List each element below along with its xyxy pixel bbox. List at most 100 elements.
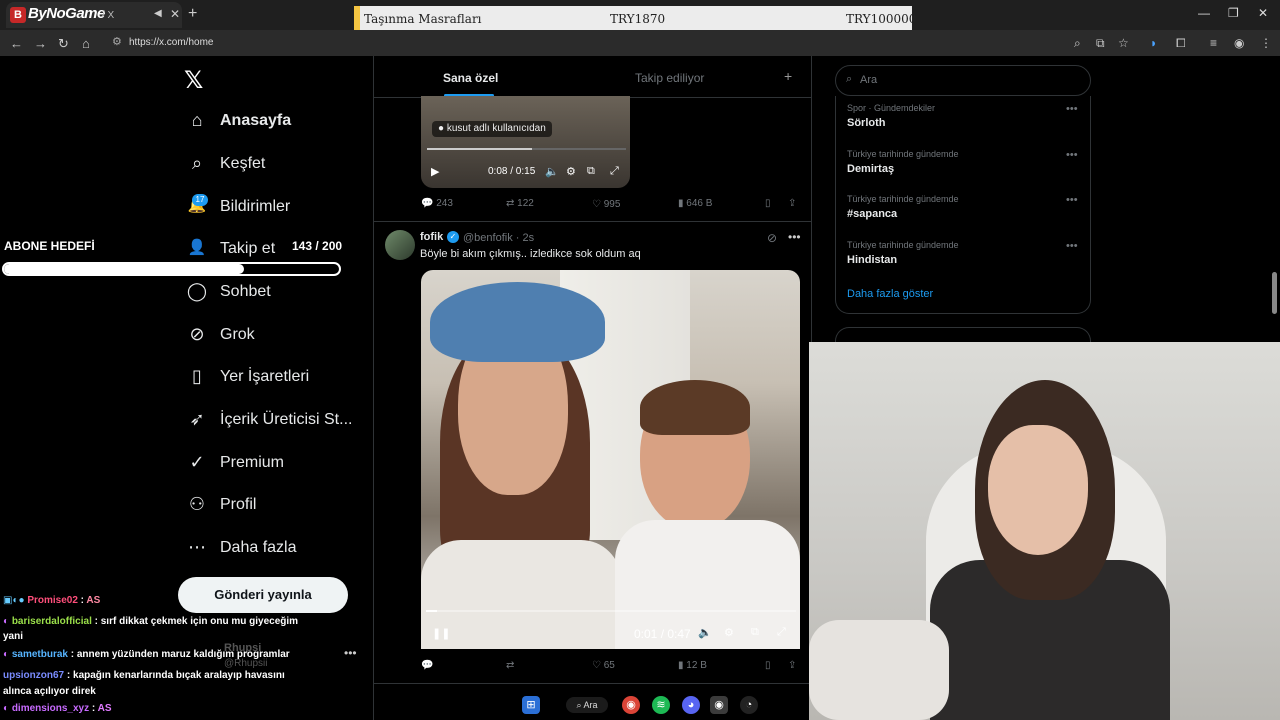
media-icon[interactable]: ≡ [1210,36,1217,50]
repost-button[interactable]: ⇄ [506,660,514,671]
bookmark-star-icon[interactable]: ☆ [1118,36,1129,50]
maximize-button[interactable]: ❐ [1228,6,1239,20]
url-field[interactable]: ⚙ https://x.com/home [112,34,1052,52]
url-text: https://x.com/home [129,37,214,48]
tab-following[interactable]: Takip ediliyor [635,71,704,85]
nav-label: Profil [220,496,257,513]
pip-icon[interactable]: ⧉ [587,165,595,178]
volume-icon[interactable]: 🔈 [698,626,712,639]
extension-icon[interactable]: ◗ [1150,36,1157,50]
nav-explore[interactable]: ⌕ Keşfet [186,150,366,180]
browser-taskbar-icon[interactable]: ◉ [710,696,728,714]
windows-start-icon[interactable]: ⊞ [522,696,540,714]
grok-explain-icon[interactable]: ⊘ [767,231,777,245]
fullscreen-icon[interactable]: ⤢ [610,165,619,178]
trend-more-icon[interactable]: ••• [1066,194,1078,206]
nav-profile[interactable]: ⚇ Profil [186,491,366,521]
x-logo-icon[interactable]: 𝕏 [184,66,203,95]
video-progress[interactable] [426,610,796,612]
discord-icon[interactable]: ◕ [682,696,700,714]
page-scrollbar[interactable] [1272,272,1277,314]
profile-avatar-icon[interactable]: ◉ [1234,36,1244,50]
verified-badge-icon: ✓ [447,231,459,243]
nav-home[interactable]: ⌂ Anasayfa [186,107,366,137]
add-feed-button[interactable]: + [784,68,792,84]
spotify-icon[interactable]: ≋ [652,696,670,714]
post-button[interactable]: Gönderi yayınla [178,577,348,613]
search-input[interactable]: ⌕ Ara [835,65,1091,96]
close-window-button[interactable]: ✕ [1258,6,1268,20]
views-stat[interactable]: ▮ 646 B [678,198,712,209]
reply-button[interactable]: 💬 243 [421,198,453,209]
trend-name[interactable]: #sapanca [847,208,897,220]
post-divider [374,221,811,222]
views-stat[interactable]: ▮ 12 B [678,660,707,671]
chat-message: ◐ bariserdalofficial : sırf dikkat çekme… [3,616,299,642]
nav-bookmarks[interactable]: ▯ Yer İşaretleri [186,363,366,393]
tab-for-you[interactable]: Sana özel [443,71,498,85]
post-author[interactable]: fofik [420,231,443,243]
trend-more-icon[interactable]: ••• [1066,103,1078,115]
post-handle[interactable]: @benfofik · 2s [463,232,534,244]
chat-text: AS [86,595,101,606]
app-taskbar-icon[interactable]: ◔ [740,696,758,714]
share-icon[interactable]: ⇪ [788,198,796,209]
install-icon[interactable]: ⧉ [1096,36,1105,51]
more-icon[interactable]: ••• [344,646,357,660]
chat-message: upsionzon67 : kapağın kenarlarında bıçak… [3,670,285,697]
home-icon[interactable]: ⌂ [82,36,90,51]
forward-icon[interactable]: → [34,36,47,51]
zoom-icon[interactable]: ⌕ [1074,36,1081,51]
trend-name[interactable]: Hindistan [847,254,897,266]
like-button[interactable]: ♡ 995 [592,199,620,210]
nav-chat[interactable]: ◯ Sohbet [186,278,366,308]
post-more-icon[interactable]: ••• [788,230,801,244]
nav-label: Yer İşaretleri [220,368,310,385]
browser-menu-icon[interactable]: ⋮ [1260,36,1272,50]
volume-icon[interactable]: 🔈 [545,165,559,178]
user-dot-icon: ● [438,123,445,134]
reload-icon[interactable]: ↻ [58,36,69,52]
trend-name[interactable]: Sörloth [847,117,886,129]
reply-button[interactable]: 💬 [421,660,433,671]
like-button[interactable]: ♡ 65 [592,660,615,671]
nav-label: Premium [220,454,285,471]
extensions-puzzle-icon[interactable]: ⧠ [1176,36,1186,51]
taskbar-search[interactable]: ⌕ Ara [566,697,608,713]
pause-icon[interactable]: ❚❚ [432,627,450,640]
settings-icon[interactable]: ⚙ [724,626,734,639]
chrome-icon[interactable]: ◉ [622,696,640,714]
minimize-button[interactable]: — [1198,6,1210,20]
nav-more[interactable]: ⋯ Daha fazla [186,534,366,564]
nav-grok[interactable]: ⊘ Grok [186,321,366,351]
trend-name[interactable]: Demirtaş [847,163,894,175]
new-tab-button[interactable]: + [188,5,197,23]
share-icon[interactable]: ⇪ [788,660,796,671]
show-more-link[interactable]: Daha fazla göster [847,288,933,300]
feed-tabs [374,58,811,98]
video-headband [430,282,605,362]
trend-more-icon[interactable]: ••• [1066,240,1078,252]
repost-button[interactable]: ⇄ 122 [506,198,534,209]
trend-more-icon[interactable]: ••• [1066,149,1078,161]
video-progress-fill [426,610,438,612]
back-icon[interactable]: ← [10,36,23,51]
nav-creator-studio[interactable]: ➶ İçerik Üreticisi St... [186,406,366,436]
browser-tab[interactable]: B ByNoGame / X ◀︎ ✕ [6,2,182,28]
tab-close-icon[interactable]: ✕ [170,7,180,21]
nav-label: Takip et [220,240,276,257]
play-icon[interactable]: ▶ [431,165,439,178]
fullscreen-icon[interactable]: ⤢ [777,626,786,639]
donation-label: Taşınma Masrafları [364,12,482,26]
post-button-label: Gönderi yayınla [214,587,312,602]
avatar[interactable] [385,230,415,260]
bookmark-icon[interactable]: ▯ [765,198,771,209]
pip-icon[interactable]: ⧉ [751,626,759,639]
nav-notifications[interactable]: 🔔 Bildirimler [186,193,366,223]
audio-icon[interactable]: ◀︎ [154,8,162,19]
bookmark-icon[interactable]: ▯ [765,660,771,671]
nav-premium[interactable]: ✓ Premium [186,449,366,479]
video-progress[interactable] [427,148,626,150]
site-info-icon[interactable]: ⚙ [112,35,122,48]
settings-icon[interactable]: ⚙ [566,165,576,178]
